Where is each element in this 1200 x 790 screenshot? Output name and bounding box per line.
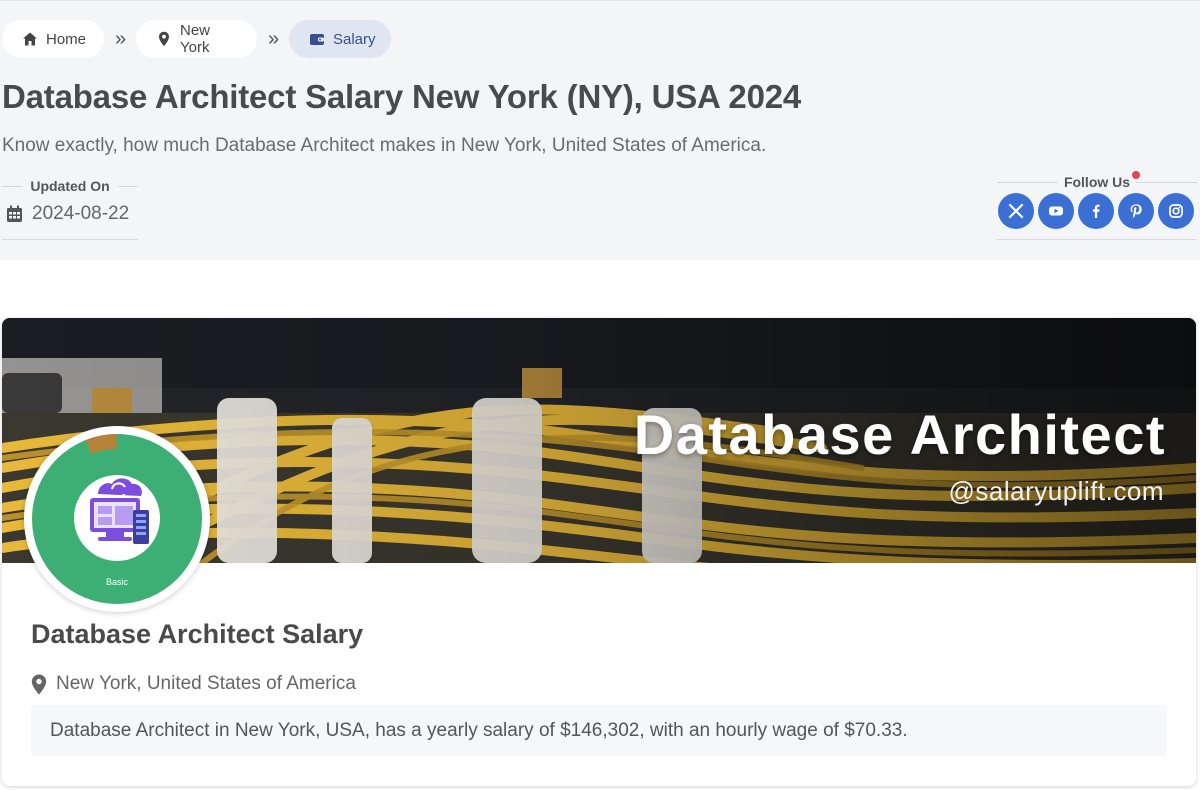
breadcrumb-new-york[interactable]: New York — [136, 20, 257, 58]
badge-level-label: Basic — [106, 577, 129, 587]
salary-card: Database Architect @salaryuplift.com Bas… — [2, 318, 1196, 786]
database-architect-icon — [74, 475, 160, 561]
map-marker-icon — [31, 674, 47, 695]
facebook-link[interactable] — [1078, 193, 1114, 229]
page-subtitle: Know exactly, how much Database Architec… — [2, 135, 767, 156]
salary-summary: Database Architect in New York, USA, has… — [31, 705, 1167, 756]
x-icon — [1008, 203, 1024, 219]
breadcrumb-salary[interactable]: Salary — [289, 20, 391, 58]
card-title: Database Architect Salary — [31, 619, 364, 649]
social-links — [998, 193, 1194, 229]
x-link[interactable] — [998, 193, 1034, 229]
updated-label: Updated On — [30, 178, 110, 194]
updated-date: 2024-08-22 — [6, 203, 129, 225]
location-text: New York, United States of America — [56, 673, 356, 694]
banner-title: Database Architect — [633, 403, 1166, 466]
pinterest-link[interactable] — [1118, 193, 1154, 229]
instagram-link[interactable] — [1158, 193, 1194, 229]
updated-on-panel: Updated On 2024-08-22 — [2, 176, 138, 240]
wallet-icon — [309, 31, 325, 47]
card-location: New York, United States of America — [31, 673, 356, 695]
youtube-link[interactable] — [1038, 193, 1074, 229]
updated-date-value: 2024-08-22 — [32, 203, 130, 224]
divider — [1136, 181, 1197, 183]
youtube-icon — [1048, 203, 1064, 219]
facebook-icon — [1088, 203, 1104, 219]
follow-us-panel: Follow Us — [997, 170, 1197, 240]
breadcrumb-label: New York — [180, 22, 211, 56]
breadcrumb-separator: » — [268, 28, 280, 50]
banner-subtitle: @salaryuplift.com — [948, 476, 1164, 506]
divider — [997, 181, 1058, 183]
instagram-icon — [1168, 203, 1184, 219]
breadcrumb-label: Salary — [333, 30, 376, 48]
divider — [117, 185, 138, 187]
home-icon — [22, 31, 38, 47]
breadcrumb-home[interactable]: Home — [2, 20, 104, 58]
calendar-icon — [6, 205, 23, 223]
notification-dot — [1132, 171, 1141, 179]
pinterest-icon — [1128, 203, 1144, 219]
page-title: Database Architect Salary New York (NY),… — [2, 78, 802, 115]
job-level-badge: Basic — [24, 426, 210, 612]
map-marker-icon — [156, 31, 172, 47]
follow-us-label: Follow Us — [1063, 174, 1131, 190]
breadcrumb-separator: » — [115, 28, 127, 50]
divider — [2, 185, 23, 187]
breadcrumb-label: Home — [46, 30, 87, 48]
